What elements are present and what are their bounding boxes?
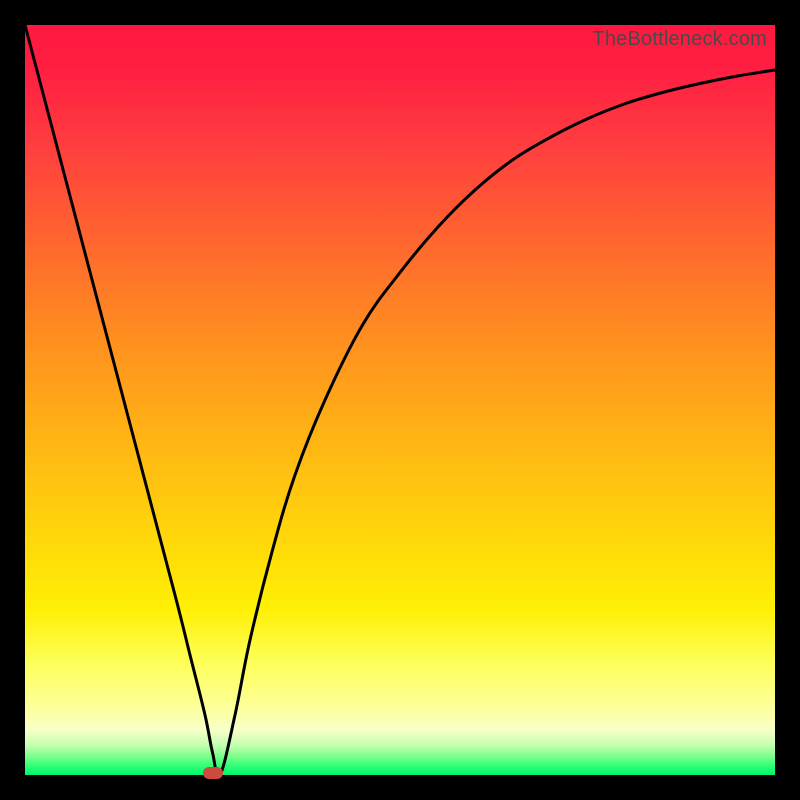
- chart-frame: TheBottleneck.com: [0, 0, 800, 800]
- bottleneck-curve: [25, 25, 775, 775]
- minimum-marker: [203, 767, 223, 779]
- curve-path: [25, 25, 775, 776]
- plot-area: TheBottleneck.com: [25, 25, 775, 775]
